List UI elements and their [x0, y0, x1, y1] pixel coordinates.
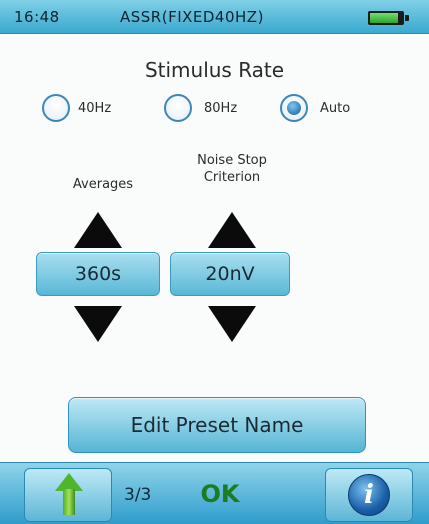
- radio-40hz-label: 40Hz: [78, 101, 112, 116]
- stimulus-rate-options: 40Hz 80Hz Auto: [0, 90, 429, 124]
- battery-icon: [368, 11, 409, 25]
- noise-stop-up-arrow-icon[interactable]: [208, 212, 256, 248]
- info-button[interactable]: i: [325, 468, 413, 522]
- edit-preset-name-button[interactable]: Edit Preset Name: [68, 397, 366, 453]
- radio-auto-label: Auto: [320, 101, 351, 116]
- noise-stop-down-arrow-icon[interactable]: [208, 306, 256, 342]
- radio-auto[interactable]: [280, 94, 308, 122]
- up-button[interactable]: [24, 468, 112, 522]
- status-bar: 16:48 ASSR(FIXED40HZ): [0, 0, 429, 34]
- radio-40hz[interactable]: [42, 94, 70, 122]
- radio-80hz-label: 80Hz: [204, 101, 238, 116]
- bottom-bar: 3/3 OK i: [0, 462, 429, 524]
- radio-80hz[interactable]: [164, 94, 192, 122]
- noise-stop-label: Noise Stop Criterion: [170, 152, 294, 186]
- ok-button[interactable]: OK: [174, 468, 266, 522]
- averages-up-arrow-icon[interactable]: [74, 212, 122, 248]
- averages-label: Averages: [72, 177, 134, 192]
- stimulus-rate-title: Stimulus Rate: [144, 58, 285, 82]
- noise-stop-value[interactable]: 20nV: [170, 252, 290, 296]
- averages-down-arrow-icon[interactable]: [74, 306, 122, 342]
- averages-value[interactable]: 360s: [36, 252, 160, 296]
- noise-stop-label-line2: Criterion: [203, 170, 261, 185]
- page-indicator: 3/3: [124, 485, 152, 505]
- info-icon: i: [348, 474, 390, 516]
- settings-panel: Stimulus Rate 40Hz 80Hz Auto Averages 36…: [0, 34, 429, 462]
- status-mode: ASSR(FIXED40HZ): [120, 8, 264, 26]
- status-time: 16:48: [14, 8, 60, 26]
- noise-stop-label-line1: Noise Stop: [197, 153, 267, 168]
